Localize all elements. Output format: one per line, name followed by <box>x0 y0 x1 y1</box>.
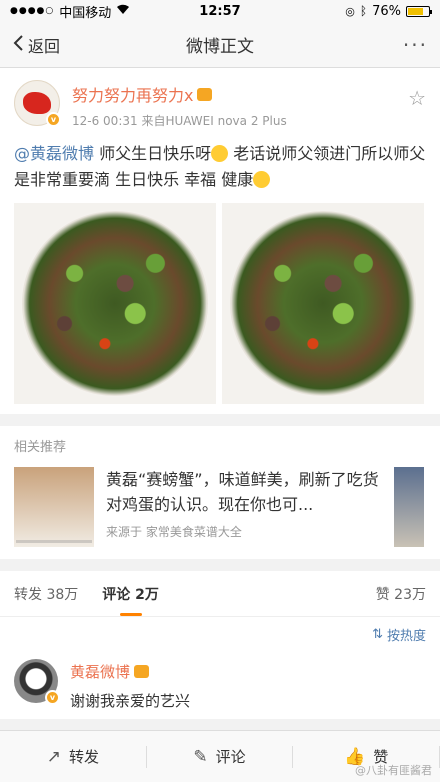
china-map-icon <box>23 92 51 114</box>
vip-crown-icon <box>197 87 213 101</box>
bluetooth-icon: ᛒ <box>359 4 368 18</box>
related-source: 来源于 家常美食菜谱大全 <box>106 525 242 539</box>
nav-bar: 返回 微博正文 ··· <box>0 22 440 68</box>
section-divider <box>0 559 440 571</box>
related-headline: 黄磊“赛螃蟹”，味道鲜美，刷新了吃货对鸡蛋的认识。现在你也可... <box>106 470 379 514</box>
repost-icon: ↗ <box>46 746 61 767</box>
comment-button[interactable]: ✎ 评论 <box>147 745 294 768</box>
section-divider <box>0 414 440 426</box>
battery-percent: 76% <box>372 3 401 19</box>
commenter-name[interactable]: 黄磊微博 <box>70 661 190 682</box>
sort-control[interactable]: ⇅ 按热度 <box>0 617 440 651</box>
status-right: ◎ ᛒ 76% <box>345 3 432 19</box>
vip-crown-icon <box>134 665 150 678</box>
verified-badge-icon: v <box>46 112 61 127</box>
smile-emoji-icon <box>211 145 229 162</box>
favorite-star-icon[interactable]: ☆ <box>408 86 426 110</box>
back-button[interactable]: 返回 <box>12 33 60 57</box>
battery-icon <box>406 5 432 17</box>
status-left: ●●●●○ 中国移动 <box>10 2 130 21</box>
related-thumbnail <box>14 467 94 547</box>
post-photo[interactable] <box>222 203 424 404</box>
related-section: 相关推荐 黄磊“赛螃蟹”，味道鲜美，刷新了吃货对鸡蛋的认识。现在你也可... 来… <box>0 426 440 559</box>
weibo-post: v 努力努力再努力x 12-6 00:31 来自HUAWEI nova 2 Pl… <box>0 68 440 414</box>
comment-text: 谢谢我亲爱的艺兴 <box>70 692 191 710</box>
repost-button[interactable]: ↗ 转发 <box>0 745 147 768</box>
post-photo[interactable] <box>14 203 216 404</box>
author-name[interactable]: 努力努力再努力x <box>72 82 287 106</box>
comment-item: v 黄磊微博 谢谢我亲爱的艺兴 <box>0 651 440 719</box>
more-menu-icon[interactable]: ··· <box>403 33 428 57</box>
signal-indicator: ●●●●○ <box>10 6 55 16</box>
repost-label: 转发 <box>68 748 99 766</box>
post-meta: 12-6 00:31 来自HUAWEI nova 2 Plus <box>72 114 287 128</box>
comment-icon: ✎ <box>193 746 208 767</box>
wifi-icon <box>116 4 130 19</box>
post-header: v 努力努力再努力x 12-6 00:31 来自HUAWEI nova 2 Pl… <box>14 80 426 129</box>
status-bar: ●●●●○ 中国移动 12:57 ◎ ᛒ 76% <box>0 0 440 22</box>
photo-grid <box>14 203 426 404</box>
sort-icon: ⇅ <box>372 626 383 642</box>
location-icon: ◎ <box>345 4 355 18</box>
bottom-action-bar: ↗ 转发 ✎ 评论 👍 赞 @八卦有匪酱君 <box>0 730 440 782</box>
tab-repost[interactable]: 转发 38万 <box>14 584 78 604</box>
watermark: @八卦有匪酱君 <box>355 764 432 777</box>
related-title: 相关推荐 <box>14 440 67 455</box>
back-label: 返回 <box>28 36 61 56</box>
commenter-name-text: 黄磊微博 <box>70 663 131 681</box>
mention-link[interactable]: @黄磊微博 <box>14 144 94 163</box>
commenter-avatar[interactable]: v <box>14 659 60 705</box>
related-card[interactable]: 黄磊“赛螃蟹”，味道鲜美，刷新了吃货对鸡蛋的认识。现在你也可... 来源于 家常… <box>14 467 426 547</box>
comment-label: 评论 <box>215 748 246 766</box>
post-body: @黄磊微博 师父生日快乐呀 老话说师父领进门所以师父是非常重要滴 生日快乐 幸福… <box>14 141 426 193</box>
post-text-1: 师父生日快乐呀 <box>94 144 212 163</box>
related-text: 黄磊“赛螃蟹”，味道鲜美，刷新了吃货对鸡蛋的认识。现在你也可... 来源于 家常… <box>106 467 386 540</box>
interaction-tabs: 转发 38万 评论 2万 赞 23万 <box>0 571 440 617</box>
author-name-text: 努力努力再努力x <box>72 86 194 105</box>
verified-badge-icon: v <box>45 690 60 705</box>
kiss-emoji-icon <box>253 171 271 188</box>
sort-label: 按热度 <box>386 628 426 644</box>
page-title: 微博正文 <box>186 37 254 57</box>
clock: 12:57 <box>199 3 241 19</box>
tab-like[interactable]: 赞 23万 <box>376 584 426 604</box>
chevron-left-icon <box>12 34 24 56</box>
tab-comment[interactable]: 评论 2万 <box>102 584 159 604</box>
comment-body: 黄磊微博 谢谢我亲爱的艺兴 <box>70 661 190 711</box>
author-avatar[interactable]: v <box>14 80 61 127</box>
author-info: 努力努力再努力x 12-6 00:31 来自HUAWEI nova 2 Plus <box>72 82 287 129</box>
carrier-label: 中国移动 <box>59 5 112 21</box>
related-thumbnail-next[interactable] <box>394 467 424 547</box>
